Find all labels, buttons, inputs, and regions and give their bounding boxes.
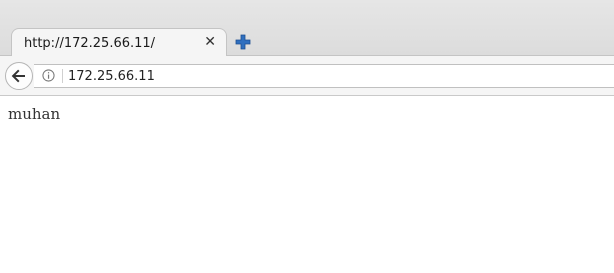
new-tab-button[interactable]	[235, 34, 251, 50]
plus-icon	[235, 34, 251, 50]
info-icon[interactable]	[42, 69, 55, 82]
page-body-text: muhan	[8, 105, 61, 123]
page-content: muhan	[0, 97, 614, 273]
back-button[interactable]	[5, 62, 33, 90]
url-separator	[62, 69, 63, 83]
back-arrow-icon	[11, 69, 25, 83]
url-bar[interactable]: 172.25.66.11	[34, 64, 614, 88]
close-icon[interactable]: ✕	[204, 33, 216, 51]
tab-active[interactable]: http://172.25.66.11/ ✕	[11, 28, 227, 57]
tab-title: http://172.25.66.11/	[24, 36, 156, 51]
navigation-bar: 172.25.66.11	[0, 56, 614, 96]
tab-strip: http://172.25.66.11/ ✕	[0, 0, 614, 57]
url-text[interactable]: 172.25.66.11	[68, 69, 155, 84]
